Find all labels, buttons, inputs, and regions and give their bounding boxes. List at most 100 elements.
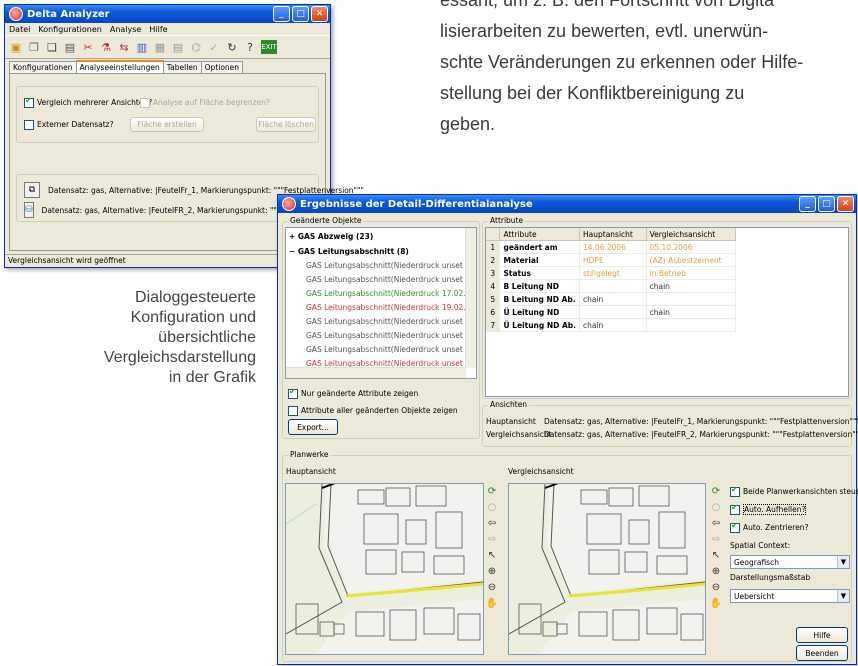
limit-area-option[interactable]: Analyse auf Fläche begrenzen? xyxy=(140,98,270,108)
menu-hilfe[interactable]: Hilfe xyxy=(149,25,167,34)
delete-icon[interactable]: ✂ xyxy=(81,40,95,54)
table-row[interactable]: 1 geändert am 14.06.2006 05.10.2006 xyxy=(486,240,737,254)
external-dataset-option[interactable]: Externer Datensatz? xyxy=(24,120,114,130)
delete-area-button[interactable]: Fläche löschen xyxy=(256,117,316,132)
filter-icon[interactable]: ⌬ xyxy=(189,40,203,54)
close-dialog-button[interactable]: Beenden xyxy=(796,645,848,661)
tree-item[interactable]: GAS Leitungsabschnitt(Niederdruck 19.02.… xyxy=(306,303,476,312)
window-titlebar[interactable]: Delta Analyzer _ □ ✕ xyxy=(5,5,330,23)
compare-icon[interactable]: ⇆ xyxy=(117,40,131,54)
tree-group[interactable]: + GAS Abzweig (23) xyxy=(289,232,373,241)
only-changed-option[interactable]: Nur geänderte Attribute zeigen xyxy=(288,387,418,399)
column-header[interactable]: Vergleichsansicht xyxy=(646,228,737,241)
tree-item[interactable]: GAS Leitungsabschnitt(Niederdruck unset … xyxy=(306,275,476,284)
tree-item[interactable]: GAS Leitungsabschnitt(Niederdruck unset … xyxy=(306,317,476,326)
comparison-map-view[interactable] xyxy=(508,483,706,655)
copy-icon[interactable]: ❏ xyxy=(45,40,59,54)
window-titlebar[interactable]: Ergebnisse der Detail-Differentialanalys… xyxy=(278,195,856,213)
tree-item[interactable]: GAS Leitungsabschnitt(Niederdruck unset … xyxy=(306,345,476,354)
compare-views-checkbox[interactable] xyxy=(24,96,34,108)
maximize-button[interactable]: □ xyxy=(818,196,835,212)
changed-objects-tree[interactable]: + GAS Abzweig (23) − GAS Leitungsabschni… xyxy=(285,227,477,379)
collapse-icon[interactable]: − xyxy=(289,247,298,256)
properties-icon[interactable]: ▤ xyxy=(63,40,77,54)
pointer-icon[interactable]: ↖ xyxy=(486,549,498,561)
caption-line: übersichtliche xyxy=(158,329,256,346)
minimize-button[interactable]: _ xyxy=(799,196,816,212)
zoom-in-icon[interactable]: ⊕ xyxy=(486,565,498,577)
all-attributes-option[interactable]: Attribute aller geänderten Objekte zeige… xyxy=(288,406,458,416)
tree-item[interactable]: GAS Leitungsabschnitt(Niederdruck unset … xyxy=(306,261,476,270)
attributes-table[interactable]: Attribute Hauptansicht Vergleichsansicht… xyxy=(485,227,849,397)
chevron-down-icon[interactable]: ▼ xyxy=(837,590,849,602)
tree-group[interactable]: − GAS Leitungsabschnitt (8) xyxy=(289,247,409,256)
refresh-map-icon[interactable]: ⟳ xyxy=(486,485,498,497)
control-both-option[interactable]: Beide Planwerkansichten steuern xyxy=(730,485,858,497)
control-both-checkbox[interactable] xyxy=(730,485,740,497)
menu-analyse[interactable]: Analyse xyxy=(110,25,142,34)
table-icon[interactable]: ▦ xyxy=(153,40,167,54)
tree-hscrollbar[interactable] xyxy=(286,367,466,378)
auto-center-checkbox[interactable] xyxy=(730,521,740,533)
auto-lighten-checkbox[interactable] xyxy=(730,503,740,515)
only-changed-checkbox[interactable] xyxy=(288,387,298,399)
table-row[interactable]: 5B Leitung ND Ab. chain xyxy=(486,292,737,306)
forward-arrow-icon[interactable]: ⇨ xyxy=(710,533,722,545)
back-arrow-icon[interactable]: ⇦ xyxy=(486,517,498,529)
main-value-cell: 14.06.2006 xyxy=(579,240,647,254)
refresh-map-icon[interactable]: ⟳ xyxy=(710,485,722,497)
dataset-layers-icon[interactable]: ⧉ xyxy=(24,182,40,198)
menu-konfigurationen[interactable]: Konfigurationen xyxy=(38,25,102,34)
new-icon[interactable]: ▣ xyxy=(9,40,23,54)
forward-arrow-icon[interactable]: ⇨ xyxy=(486,533,498,545)
table-row[interactable]: 2 Material HDPE (AZ) Asbestzement xyxy=(486,253,737,267)
pointer-icon[interactable]: ↖ xyxy=(710,549,722,561)
main-map-view[interactable] xyxy=(285,483,484,655)
back-arrow-icon[interactable]: ⇦ xyxy=(710,517,722,529)
list-icon[interactable]: ▤ xyxy=(171,40,185,54)
tree-item[interactable]: GAS Leitungsabschnitt(Niederdruck 17.02.… xyxy=(306,289,476,298)
column-header[interactable]: Attribute xyxy=(499,228,580,241)
table-row[interactable]: 3 Status stillgelegt in Betrieb xyxy=(486,266,737,280)
close-button[interactable]: ✕ xyxy=(311,6,328,22)
circle-icon[interactable]: ○ xyxy=(710,501,722,513)
database-icon[interactable]: ⛁ xyxy=(24,202,34,218)
close-button[interactable]: ✕ xyxy=(837,196,854,212)
circle-icon[interactable]: ○ xyxy=(486,501,498,513)
table-row[interactable]: 7Ü Leitung ND Ab. chain xyxy=(486,318,737,332)
external-dataset-checkbox[interactable] xyxy=(24,120,34,130)
auto-lighten-option[interactable]: Auto. Aufhellen? xyxy=(730,503,807,515)
compare-views-option[interactable]: Vergleich mehrerer Ansichten? xyxy=(24,96,152,108)
export-button[interactable]: Export... xyxy=(288,419,338,435)
maximize-button[interactable]: □ xyxy=(292,6,309,22)
zoom-out-icon[interactable]: ⊖ xyxy=(710,581,722,593)
table-row[interactable]: 6Ü Leitung ND chain xyxy=(486,305,737,319)
spatial-context-select[interactable]: Geografisch ▼ xyxy=(730,555,850,569)
analyze-icon[interactable]: ⚗ xyxy=(99,40,113,54)
create-area-button[interactable]: Fläche erstellen xyxy=(130,117,204,132)
scale-select[interactable]: Uebersicht ▼ xyxy=(730,589,850,603)
pan-hand-icon[interactable]: ✋ xyxy=(486,597,498,609)
pan-hand-icon[interactable]: ✋ xyxy=(710,597,722,609)
chart-icon[interactable]: ▥ xyxy=(135,40,149,54)
exit-icon[interactable]: EXIT xyxy=(261,40,277,54)
zoom-in-icon[interactable]: ⊕ xyxy=(710,565,722,577)
layers-icon[interactable]: ❐ xyxy=(27,40,41,54)
help-button[interactable]: Hilfe xyxy=(796,627,848,643)
help-icon[interactable]: ? xyxy=(243,40,257,54)
all-attributes-checkbox[interactable] xyxy=(288,406,298,416)
refresh-icon[interactable]: ↻ xyxy=(225,40,239,54)
tab-analyseeinstellungen[interactable]: Analyseeinstellungen xyxy=(75,60,164,73)
limit-area-checkbox[interactable] xyxy=(140,98,150,108)
column-header[interactable]: Hauptansicht xyxy=(579,228,647,241)
chevron-down-icon[interactable]: ▼ xyxy=(837,556,849,568)
table-row[interactable]: 4B Leitung ND chain xyxy=(486,279,737,293)
auto-center-option[interactable]: Auto. Zentrieren? xyxy=(730,521,809,533)
expand-icon[interactable]: + xyxy=(289,232,298,241)
minimize-button[interactable]: _ xyxy=(273,6,290,22)
check-icon[interactable]: ✓ xyxy=(207,40,221,54)
zoom-out-icon[interactable]: ⊖ xyxy=(486,581,498,593)
tree-scrollbar[interactable] xyxy=(465,228,476,368)
tree-item[interactable]: GAS Leitungsabschnitt(Niederdruck unset … xyxy=(306,331,476,340)
menu-datei[interactable]: Datei xyxy=(9,25,30,34)
